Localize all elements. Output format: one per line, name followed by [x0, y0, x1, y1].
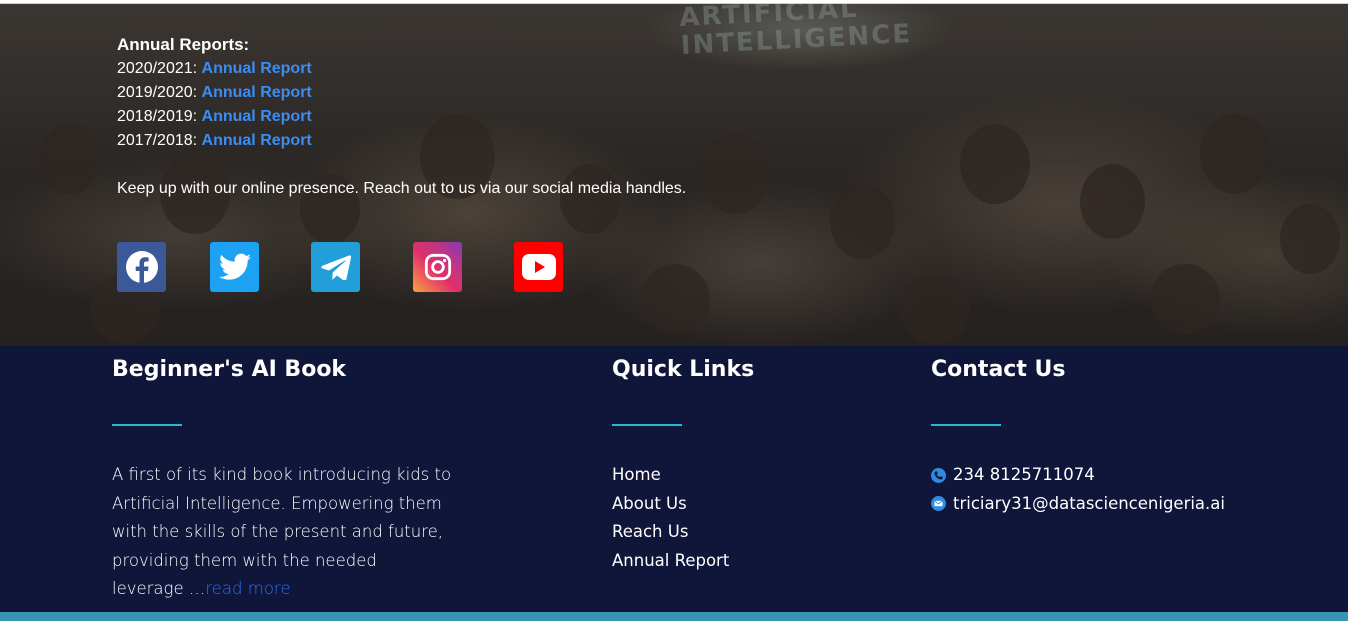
site-footer: Beginner's AI Book A first of its kind b…: [0, 346, 1348, 612]
email-icon: [931, 496, 946, 512]
annual-reports-heading: Annual Reports:: [117, 35, 250, 54]
annual-reports-block: Annual Reports: 2020/2021: Annual Report…: [117, 33, 686, 199]
quick-links-list: Home About Us Reach Us Annual Report: [612, 461, 862, 575]
book-description-line: A first of its kind book introducing kid…: [112, 465, 452, 484]
book-description-line: Artificial Intelligence. Empowering them: [112, 493, 442, 513]
annual-report-link[interactable]: Annual Report: [202, 132, 312, 149]
book-description-line: providing them with the needed: [112, 550, 377, 570]
footer-quick-links-column: Quick Links Home About Us Reach Us Annua…: [612, 346, 862, 575]
contact-title-underline: [931, 424, 1001, 426]
report-year: 2020/2021:: [117, 60, 198, 77]
read-more-link[interactable]: read more: [205, 579, 290, 598]
report-line-2020-2021: 2020/2021: Annual Report: [117, 57, 686, 81]
report-line-2019-2020: 2019/2020: Annual Report: [117, 81, 686, 105]
report-line-2018-2019: 2018/2019: Annual Report: [117, 105, 686, 129]
phone-number: 234 8125711074: [953, 465, 1095, 484]
twitter-link[interactable]: [210, 242, 259, 292]
report-year: 2017/2018:: [117, 132, 198, 149]
facebook-link[interactable]: [117, 242, 166, 292]
report-year: 2019/2020:: [117, 84, 198, 101]
telegram-icon: [320, 255, 351, 280]
hero-section: ARTIFICIAL INTELLIGENCE Annual Reports: 2…: [0, 3, 1348, 346]
youtube-link[interactable]: [514, 242, 563, 292]
annual-report-link[interactable]: Annual Report: [202, 84, 312, 101]
quick-links-title: Quick Links: [612, 357, 755, 382]
facebook-icon: [125, 251, 158, 283]
footer-book-column: Beginner's AI Book A first of its kind b…: [112, 346, 452, 604]
instagram-icon: [424, 253, 451, 281]
youtube-icon: [521, 254, 556, 280]
contact-list: 234 8125711074 triciary31@datasciencenig…: [931, 461, 1311, 518]
footer-bottom-strip: [0, 612, 1350, 621]
book-title: Beginner's AI Book: [112, 357, 347, 382]
instagram-link[interactable]: [413, 242, 462, 292]
annual-report-link[interactable]: Annual Report: [202, 108, 312, 125]
report-line-2017-2018: 2017/2018: Annual Report: [117, 129, 686, 153]
telegram-link[interactable]: [311, 242, 360, 292]
book-title-underline: [112, 424, 182, 426]
social-media-links: [0, 242, 1348, 292]
contact-email[interactable]: triciary31@datasciencenigeria.ai: [931, 490, 1311, 519]
email-address: triciary31@datasciencenigeria.ai: [953, 493, 1225, 513]
quick-link-reach-us[interactable]: Reach Us: [612, 518, 862, 547]
twitter-icon: [218, 253, 251, 280]
book-description-line: with the skills of the present and futur…: [112, 522, 444, 541]
footer-contact-column: Contact Us 234 8125711074 triciary31@dat…: [931, 346, 1311, 518]
book-description: A first of its kind book introducing kid…: [112, 461, 452, 604]
social-presence-text: Keep up with our online presence. Reach …: [117, 180, 687, 197]
quick-link-annual-report[interactable]: Annual Report: [612, 547, 862, 576]
phone-icon: [931, 467, 946, 483]
quick-link-about-us[interactable]: About Us: [612, 490, 862, 519]
contact-phone[interactable]: 234 8125711074: [931, 461, 1311, 490]
book-description-line: leverage …: [112, 579, 206, 598]
quick-links-underline: [612, 424, 682, 426]
book-description-line-last: leverage …read more: [112, 575, 452, 604]
quick-link-home[interactable]: Home: [612, 461, 862, 490]
annual-report-link[interactable]: Annual Report: [202, 60, 312, 77]
contact-title: Contact Us: [931, 357, 1066, 382]
report-year: 2018/2019:: [117, 108, 198, 125]
